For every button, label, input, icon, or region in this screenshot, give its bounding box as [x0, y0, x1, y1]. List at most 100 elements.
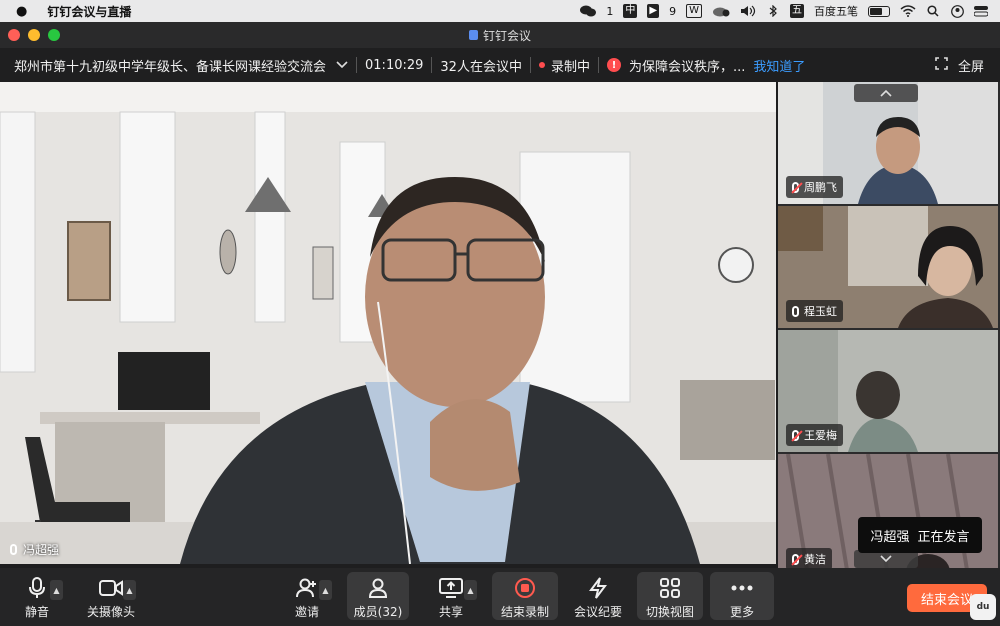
scroll-up-button[interactable] [854, 84, 918, 102]
fullscreen-button[interactable]: 全屏 [935, 48, 984, 82]
speaker-name: 冯超强 [23, 543, 60, 557]
app-name[interactable]: 钉钉会议与直播 [47, 3, 131, 20]
stop-recording-label: 结束录制 [500, 605, 549, 619]
wifi-icon[interactable] [900, 4, 916, 18]
ime-name[interactable]: 百度五笔 [814, 3, 858, 19]
add-user-icon [296, 576, 318, 599]
user-account-icon[interactable] [950, 4, 964, 18]
notification-count: 9 [669, 4, 677, 18]
members-icon [367, 576, 389, 599]
menubar-status-area: 1 中 ▶ 9 W 五 百度五笔 [580, 3, 1000, 19]
more-button[interactable]: 更多 [710, 572, 774, 620]
search-icon[interactable] [926, 4, 940, 18]
participant-name: 黄洁 [804, 553, 826, 566]
grid-view-icon [660, 576, 680, 599]
chevron-up-icon [880, 89, 892, 97]
participant-thumbnail-panel: 周鹏飞 程玉虹 王爱梅 黄洁 [778, 82, 1000, 592]
switch-view-label: 切换视图 [645, 605, 694, 619]
system-menubar: ● 钉钉会议与直播 1 中 ▶ 9 W 五 百度五笔 [0, 0, 1000, 22]
mic-muted-icon [792, 181, 799, 193]
recording-status[interactable]: 录制中 [551, 56, 590, 75]
active-speaker-name: 冯超强 [870, 529, 910, 545]
meeting-info-bar: 郑州市第十九初级中学年级长、备课长网课经验交流会 01:10:29 32人在会议… [0, 48, 1000, 82]
camera-off-label: 关摄像头 [86, 605, 135, 619]
bluetooth-icon[interactable] [766, 4, 780, 18]
participant-name: 王爱梅 [804, 429, 837, 442]
participant-count[interactable]: 32人在会议中 [440, 56, 522, 75]
minutes-button[interactable]: 会议纪要 [565, 572, 631, 620]
participant-name-tag: 黄洁 [786, 548, 832, 570]
members-label: 成员(32) [353, 605, 403, 619]
speaker-name-label: 冯超强 [10, 541, 59, 558]
mic-icon [10, 544, 17, 555]
active-speaker-tooltip: 冯超强 正在发言 [858, 517, 982, 553]
mic-muted-icon [792, 429, 799, 441]
cloud-sync-icon[interactable] [712, 4, 730, 18]
record-stop-icon [514, 576, 536, 599]
notice-text: 为保障会议秩序，... [628, 59, 746, 75]
lock-icon [468, 30, 478, 40]
maximize-window-button[interactable] [48, 29, 60, 41]
invite-label: 邀请 [294, 605, 319, 619]
ime-box-icon[interactable]: 五 [790, 4, 804, 18]
notification-app-icon[interactable]: ▶ [647, 4, 660, 18]
share-options-caret[interactable]: ▲ [464, 580, 477, 600]
meeting-duration: 01:10:29 [365, 57, 424, 73]
more-dots-icon [731, 576, 753, 599]
mic-muted-icon [792, 553, 799, 565]
mic-icon [792, 305, 799, 317]
participant-name: 程玉虹 [804, 305, 837, 318]
input-method-indicator[interactable]: 中 [623, 4, 638, 18]
share-screen-icon [439, 576, 463, 599]
control-center-icon[interactable] [974, 4, 988, 18]
meeting-toolbar: 静音 ▲ 关摄像头 ▲ 邀请 ▲ 成员(32) 共享 ▲ 结束录制 会议纪要 切… [0, 568, 1000, 626]
meeting-window: 钉钉会议 郑州市第十九初级中学年级长、备课长网课经验交流会 01:10:29 3… [0, 22, 1000, 626]
recording-dot-icon [538, 62, 545, 68]
fullscreen-label: 全屏 [957, 59, 984, 75]
fullscreen-icon [935, 56, 948, 74]
chevron-down-icon [880, 555, 892, 563]
invite-options-caret[interactable]: ▲ [319, 580, 332, 600]
minutes-label: 会议纪要 [573, 605, 622, 619]
audio-options-caret[interactable]: ▲ [50, 580, 63, 600]
window-title: 钉钉会议 [482, 28, 531, 43]
volume-icon[interactable] [740, 4, 756, 18]
battery-icon[interactable] [868, 5, 890, 17]
divider [529, 57, 531, 73]
more-label: 更多 [729, 605, 754, 619]
participant-name: 周鹏飞 [804, 181, 837, 194]
meeting-title[interactable]: 郑州市第十九初级中学年级长、备课长网课经验交流会 [14, 56, 326, 75]
divider [431, 57, 433, 73]
participant-name-tag: 周鹏飞 [786, 176, 843, 198]
video-options-caret[interactable]: ▲ [123, 580, 136, 600]
close-window-button[interactable] [8, 29, 20, 41]
apple-logo-icon[interactable]: ● [16, 4, 27, 19]
wechat-count: 1 [606, 4, 614, 18]
participant-name-tag: 程玉虹 [786, 300, 843, 322]
stop-recording-button[interactable]: 结束录制 [492, 572, 558, 620]
participant-thumbnail[interactable]: 王爱梅 [778, 330, 998, 452]
microphone-icon [28, 576, 46, 599]
divider [597, 57, 599, 73]
wechat-icon[interactable] [580, 4, 597, 18]
camera-icon [99, 576, 123, 599]
du-assistant-icon[interactable]: du [970, 594, 996, 620]
divider [356, 57, 358, 73]
minimize-window-button[interactable] [28, 29, 40, 41]
main-speaker-video[interactable]: 冯超强 [0, 82, 776, 564]
mute-label: 静音 [24, 605, 49, 619]
participant-thumbnail[interactable]: 程玉虹 [778, 206, 998, 328]
active-speaker-status: 正在发言 [917, 529, 970, 545]
speaker-video-frame [0, 82, 776, 564]
participant-name-tag: 王爱梅 [786, 424, 843, 446]
chevron-down-icon[interactable] [336, 58, 348, 72]
acknowledge-link[interactable]: 我知道了 [753, 56, 805, 75]
warning-icon: ! [606, 58, 621, 72]
members-button[interactable]: 成员(32) [347, 572, 409, 620]
minutes-lightning-icon [587, 576, 609, 599]
window-titlebar: 钉钉会议 [0, 22, 1000, 48]
window-controls [8, 29, 60, 41]
share-label: 共享 [438, 605, 463, 619]
wps-icon[interactable]: W [686, 4, 702, 18]
switch-view-button[interactable]: 切换视图 [637, 572, 703, 620]
